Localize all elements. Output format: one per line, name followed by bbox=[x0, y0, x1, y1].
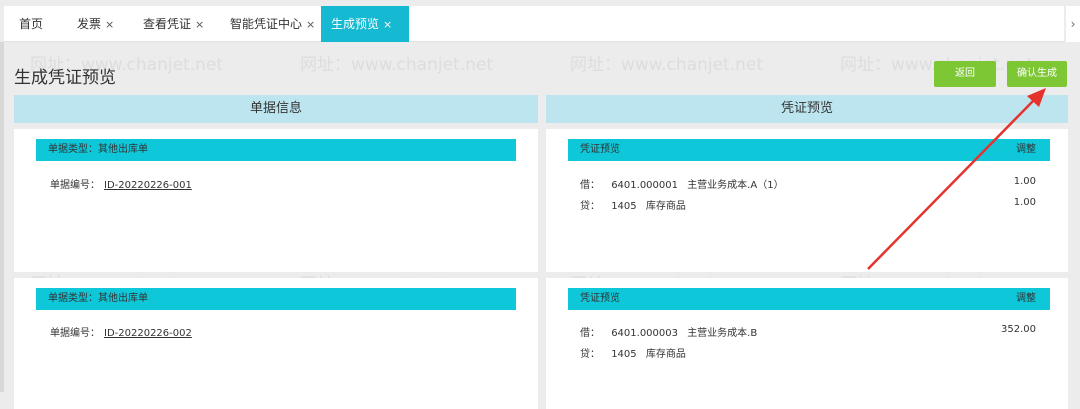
voucher-preview-band: 凭证预览 调整 bbox=[568, 288, 1050, 310]
document-number: 单据编号： ID-20220226-002 bbox=[50, 324, 192, 339]
adjust-link[interactable]: 调整 bbox=[1016, 139, 1036, 161]
account-name: 库存商品 bbox=[645, 201, 686, 212]
close-icon[interactable]: × bbox=[383, 18, 392, 31]
voucher-band-label: 凭证预览 bbox=[580, 144, 620, 155]
close-icon[interactable]: × bbox=[195, 18, 204, 31]
tab-home[interactable]: 首页 bbox=[19, 6, 43, 42]
document-type-band: 单据类型：其他出库单 bbox=[36, 288, 516, 310]
voucher-card: 凭证预览 调整 借： 6401.000001 主营业务成本.A（1） 1.00 … bbox=[546, 129, 1068, 272]
tab-view-voucher[interactable]: 查看凭证 × bbox=[143, 6, 204, 42]
credit-amount: 1.00 bbox=[1013, 197, 1036, 208]
watermark-site: 网址：www.chanjet.net bbox=[570, 55, 764, 75]
tab-label: 智能凭证中心 bbox=[230, 17, 303, 31]
tab-smart-voucher-center[interactable]: 智能凭证中心 × bbox=[230, 6, 315, 42]
account-code: 6401.000003 bbox=[611, 328, 678, 339]
credit-entry: 贷： 1405 库存商品 bbox=[580, 345, 686, 360]
account-code: 1405 bbox=[611, 349, 637, 360]
tab-label: 生成预览 bbox=[331, 17, 380, 31]
document-card: 单据类型：其他出库单 单据编号： ID-20220226-002 bbox=[14, 278, 538, 409]
close-icon[interactable]: × bbox=[105, 18, 114, 31]
voucher-preview-header: 凭证预览 bbox=[546, 95, 1068, 123]
debit-entry: 借： 6401.000003 主营业务成本.B bbox=[580, 324, 757, 339]
left-edge bbox=[0, 42, 4, 392]
account-code: 1405 bbox=[611, 201, 637, 212]
tab-bar: 首页 发票 × 查看凭证 × 智能凭证中心 × 生成预览 × bbox=[4, 6, 1064, 42]
entry-side: 贷： bbox=[580, 349, 600, 360]
voucher-card: 凭证预览 调整 借： 6401.000003 主营业务成本.B 352.00 贷… bbox=[546, 278, 1068, 409]
account-name: 主营业务成本.A（1） bbox=[687, 180, 784, 191]
confirm-generate-button[interactable]: 确认生成 bbox=[1007, 61, 1067, 87]
tab-scroll-right-icon[interactable]: › bbox=[1066, 6, 1080, 42]
document-number-label: 单据编号： bbox=[50, 328, 100, 339]
page-title: 生成凭证预览 bbox=[14, 68, 116, 88]
entry-side: 贷： bbox=[580, 201, 600, 212]
account-name: 主营业务成本.B bbox=[687, 328, 758, 339]
document-number-link[interactable]: ID-20220226-001 bbox=[104, 180, 192, 191]
document-type-band: 单据类型：其他出库单 bbox=[36, 139, 516, 161]
account-name: 库存商品 bbox=[645, 349, 686, 360]
debit-entry: 借： 6401.000001 主营业务成本.A（1） bbox=[580, 176, 784, 191]
watermark-site: 网址：www.chanjet.net bbox=[300, 55, 494, 75]
tab-generate-preview[interactable]: 生成预览 × bbox=[321, 6, 409, 42]
account-code: 6401.000001 bbox=[611, 180, 678, 191]
adjust-link[interactable]: 调整 bbox=[1016, 288, 1036, 310]
entry-side: 借： bbox=[580, 180, 600, 191]
document-card: 单据类型：其他出库单 单据编号： ID-20220226-001 bbox=[14, 129, 538, 272]
tab-label: 发票 bbox=[77, 17, 102, 31]
credit-entry: 贷： 1405 库存商品 bbox=[580, 197, 686, 212]
tab-label: 首页 bbox=[19, 17, 44, 31]
debit-amount: 1.00 bbox=[1013, 176, 1036, 187]
tab-invoice[interactable]: 发票 × bbox=[77, 6, 114, 42]
tab-label: 查看凭证 bbox=[143, 17, 192, 31]
document-number-link[interactable]: ID-20220226-002 bbox=[104, 328, 192, 339]
close-icon[interactable]: × bbox=[306, 18, 315, 31]
debit-amount: 352.00 bbox=[1001, 324, 1036, 335]
voucher-band-label: 凭证预览 bbox=[580, 293, 620, 304]
entry-side: 借： bbox=[580, 328, 600, 339]
document-number: 单据编号： ID-20220226-001 bbox=[50, 176, 192, 191]
document-number-label: 单据编号： bbox=[50, 180, 100, 191]
voucher-preview-band: 凭证预览 调整 bbox=[568, 139, 1050, 161]
document-info-header: 单据信息 bbox=[14, 95, 538, 123]
return-button[interactable]: 返回 bbox=[934, 61, 996, 87]
